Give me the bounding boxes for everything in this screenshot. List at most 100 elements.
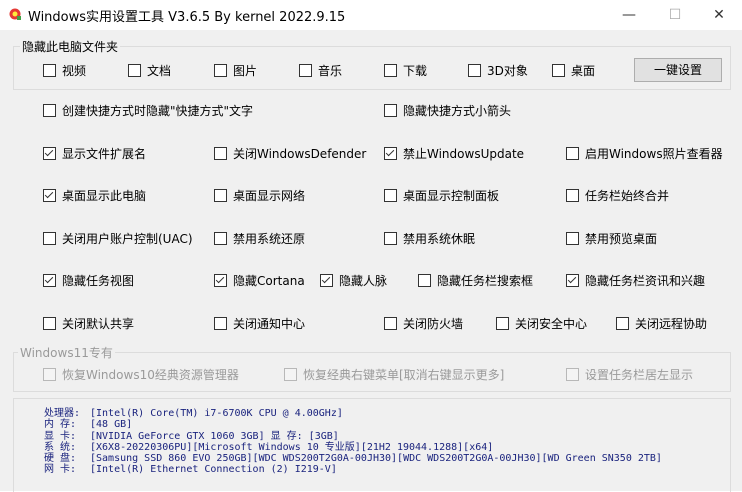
checkbox-label: 图片 (233, 64, 258, 78)
maximize-button[interactable]: ☐ (652, 0, 698, 30)
info-value: [Intel(R) Ethernet Connection (2) I219-V… (90, 464, 337, 476)
checkbox-box[interactable] (284, 368, 297, 381)
system-info: 处理器: [Intel(R) Core(TM) i7-6700K CPU @ 4.… (44, 408, 662, 476)
checkbox-disable-uac[interactable]: 关闭用户账户控制(UAC) (43, 230, 193, 247)
checkbox-disable-notification-center[interactable]: 关闭通知中心 (214, 315, 305, 332)
checkbox-box[interactable] (214, 147, 227, 160)
checkbox-box[interactable] (43, 64, 56, 77)
gpu-info: 显 卡: [NVIDIA GeForce GTX 1060 3GB] 显 存: [… (44, 431, 662, 442)
checkbox-label: 关闭防火墙 (403, 317, 464, 331)
checkbox-3d-objects[interactable]: 3D对象 (468, 62, 528, 79)
checkbox-box[interactable] (566, 368, 579, 381)
checkbox-box[interactable] (43, 317, 56, 330)
checkbox-label: 文档 (147, 64, 172, 78)
checkbox-hide-cortana[interactable]: 隐藏Cortana (214, 272, 305, 289)
info-label: 显 卡: (44, 430, 77, 442)
checkbox-label: 隐藏快捷方式小箭头 (403, 104, 512, 118)
checkbox-box[interactable] (43, 368, 56, 381)
info-value: [Intel(R) Core(TM) i7-6700K CPU @ 4.00GH… (90, 408, 343, 419)
memory-info: 内 存: [48 GB] (44, 419, 662, 430)
checkbox-box[interactable] (552, 64, 565, 77)
checkbox-label: 禁用系统休眠 (403, 232, 476, 246)
checkbox-box[interactable] (43, 232, 56, 245)
checkbox-disable-peek[interactable]: 禁用预览桌面 (566, 230, 657, 247)
checkbox-label: 创建快捷方式时隐藏"快捷方式"文字 (62, 104, 254, 118)
checkbox-box[interactable] (214, 274, 227, 287)
checkbox-box[interactable] (214, 64, 227, 77)
checkbox-box[interactable] (566, 147, 579, 160)
minimize-button[interactable]: — (606, 0, 652, 30)
checkbox-box[interactable] (384, 104, 397, 117)
checkbox-box[interactable] (384, 232, 397, 245)
checkbox-box[interactable] (496, 317, 509, 330)
app-icon (9, 8, 21, 20)
checkbox-box[interactable] (384, 317, 397, 330)
checkbox-taskbar-combine[interactable]: 任务栏始终合并 (566, 187, 669, 204)
checkbox-label: 隐藏人脉 (339, 274, 388, 288)
checkbox-hide-task-view[interactable]: 隐藏任务视图 (43, 272, 134, 289)
checkbox-box[interactable] (566, 232, 579, 245)
checkbox-hide-people[interactable]: 隐藏人脉 (320, 272, 387, 289)
checkbox-box[interactable] (214, 232, 227, 245)
checkbox-box[interactable] (616, 317, 629, 330)
info-label: 内 存: (44, 419, 77, 431)
checkbox-hide-shortcut-arrow[interactable]: 隐藏快捷方式小箭头 (384, 102, 511, 119)
checkbox-disable-security-center[interactable]: 关闭安全中心 (496, 315, 587, 332)
checkbox-box[interactable] (43, 147, 56, 160)
checkbox-box[interactable] (214, 317, 227, 330)
checkbox-label: 桌面显示此电脑 (62, 189, 147, 203)
checkbox-hide-news-interests[interactable]: 隐藏任务栏资讯和兴趣 (566, 272, 705, 289)
one-click-setup-button[interactable]: 一键设置 (634, 58, 722, 82)
checkbox-label: 关闭通知中心 (233, 317, 306, 331)
checkbox-taskbar-left[interactable]: 设置任务栏居左显示 (566, 366, 693, 383)
checkbox-hide-shortcut-text[interactable]: 创建快捷方式时隐藏"快捷方式"文字 (43, 102, 253, 119)
checkbox-disable-hibernate[interactable]: 禁用系统休眠 (384, 230, 475, 247)
checkbox-box[interactable] (128, 64, 141, 77)
checkbox-box[interactable] (43, 274, 56, 287)
checkbox-box[interactable] (43, 104, 56, 117)
checkbox-box[interactable] (418, 274, 431, 287)
checkbox-disable-default-share[interactable]: 关闭默认共享 (43, 315, 134, 332)
info-value: [X6X8-20220306PU][Microsoft Windows 10 专… (90, 441, 494, 453)
checkbox-disable-update[interactable]: 禁止WindowsUpdate (384, 145, 524, 162)
checkbox-label: 关闭WindowsDefender (233, 147, 367, 161)
hide-folders-group-label: 隐藏此电脑文件夹 (20, 38, 121, 55)
checkbox-pictures[interactable]: 图片 (214, 62, 257, 79)
checkbox-box[interactable] (384, 64, 397, 77)
checkbox-music[interactable]: 音乐 (299, 62, 342, 79)
checkbox-box[interactable] (43, 189, 56, 202)
checkbox-classic-context-menu[interactable]: 恢复经典右键菜单[取消右键显示更多] (284, 366, 504, 383)
checkbox-label: 视频 (62, 64, 87, 78)
checkbox-desktop[interactable]: 桌面 (552, 62, 595, 79)
checkbox-desktop-network[interactable]: 桌面显示网络 (214, 187, 305, 204)
checkbox-box[interactable] (384, 189, 397, 202)
close-button[interactable]: ✕ (696, 0, 742, 30)
checkbox-box[interactable] (214, 189, 227, 202)
checkbox-box[interactable] (384, 147, 397, 160)
checkbox-restore-win10-explorer[interactable]: 恢复Windows10经典资源管理器 (43, 366, 239, 383)
checkbox-downloads[interactable]: 下载 (384, 62, 427, 79)
checkbox-show-extensions[interactable]: 显示文件扩展名 (43, 145, 146, 162)
checkbox-label: 桌面显示控制面板 (403, 189, 500, 203)
checkbox-label: 关闭远程协助 (635, 317, 708, 331)
checkbox-label: 禁用系统还原 (233, 232, 306, 246)
checkbox-box[interactable] (566, 189, 579, 202)
checkbox-box[interactable] (320, 274, 333, 287)
checkbox-label: 关闭默认共享 (62, 317, 135, 331)
checkbox-photo-viewer[interactable]: 启用Windows照片查看器 (566, 145, 723, 162)
checkbox-disable-restore[interactable]: 禁用系统还原 (214, 230, 305, 247)
checkbox-box[interactable] (299, 64, 312, 77)
checkbox-documents[interactable]: 文档 (128, 62, 171, 79)
checkbox-disable-defender[interactable]: 关闭WindowsDefender (214, 145, 366, 162)
info-label: 系 统: (44, 441, 77, 453)
checkbox-hide-search-box[interactable]: 隐藏任务栏搜索框 (418, 272, 533, 289)
checkbox-disable-remote-assist[interactable]: 关闭远程协助 (616, 315, 707, 332)
checkbox-video[interactable]: 视频 (43, 62, 86, 79)
checkbox-label: 隐藏任务栏资讯和兴趣 (585, 274, 706, 288)
checkbox-box[interactable] (468, 64, 481, 77)
checkbox-box[interactable] (566, 274, 579, 287)
checkbox-disable-firewall[interactable]: 关闭防火墙 (384, 315, 463, 332)
checkbox-desktop-control-panel[interactable]: 桌面显示控制面板 (384, 187, 499, 204)
hide-folders-group (13, 46, 731, 90)
checkbox-desktop-this-pc[interactable]: 桌面显示此电脑 (43, 187, 146, 204)
